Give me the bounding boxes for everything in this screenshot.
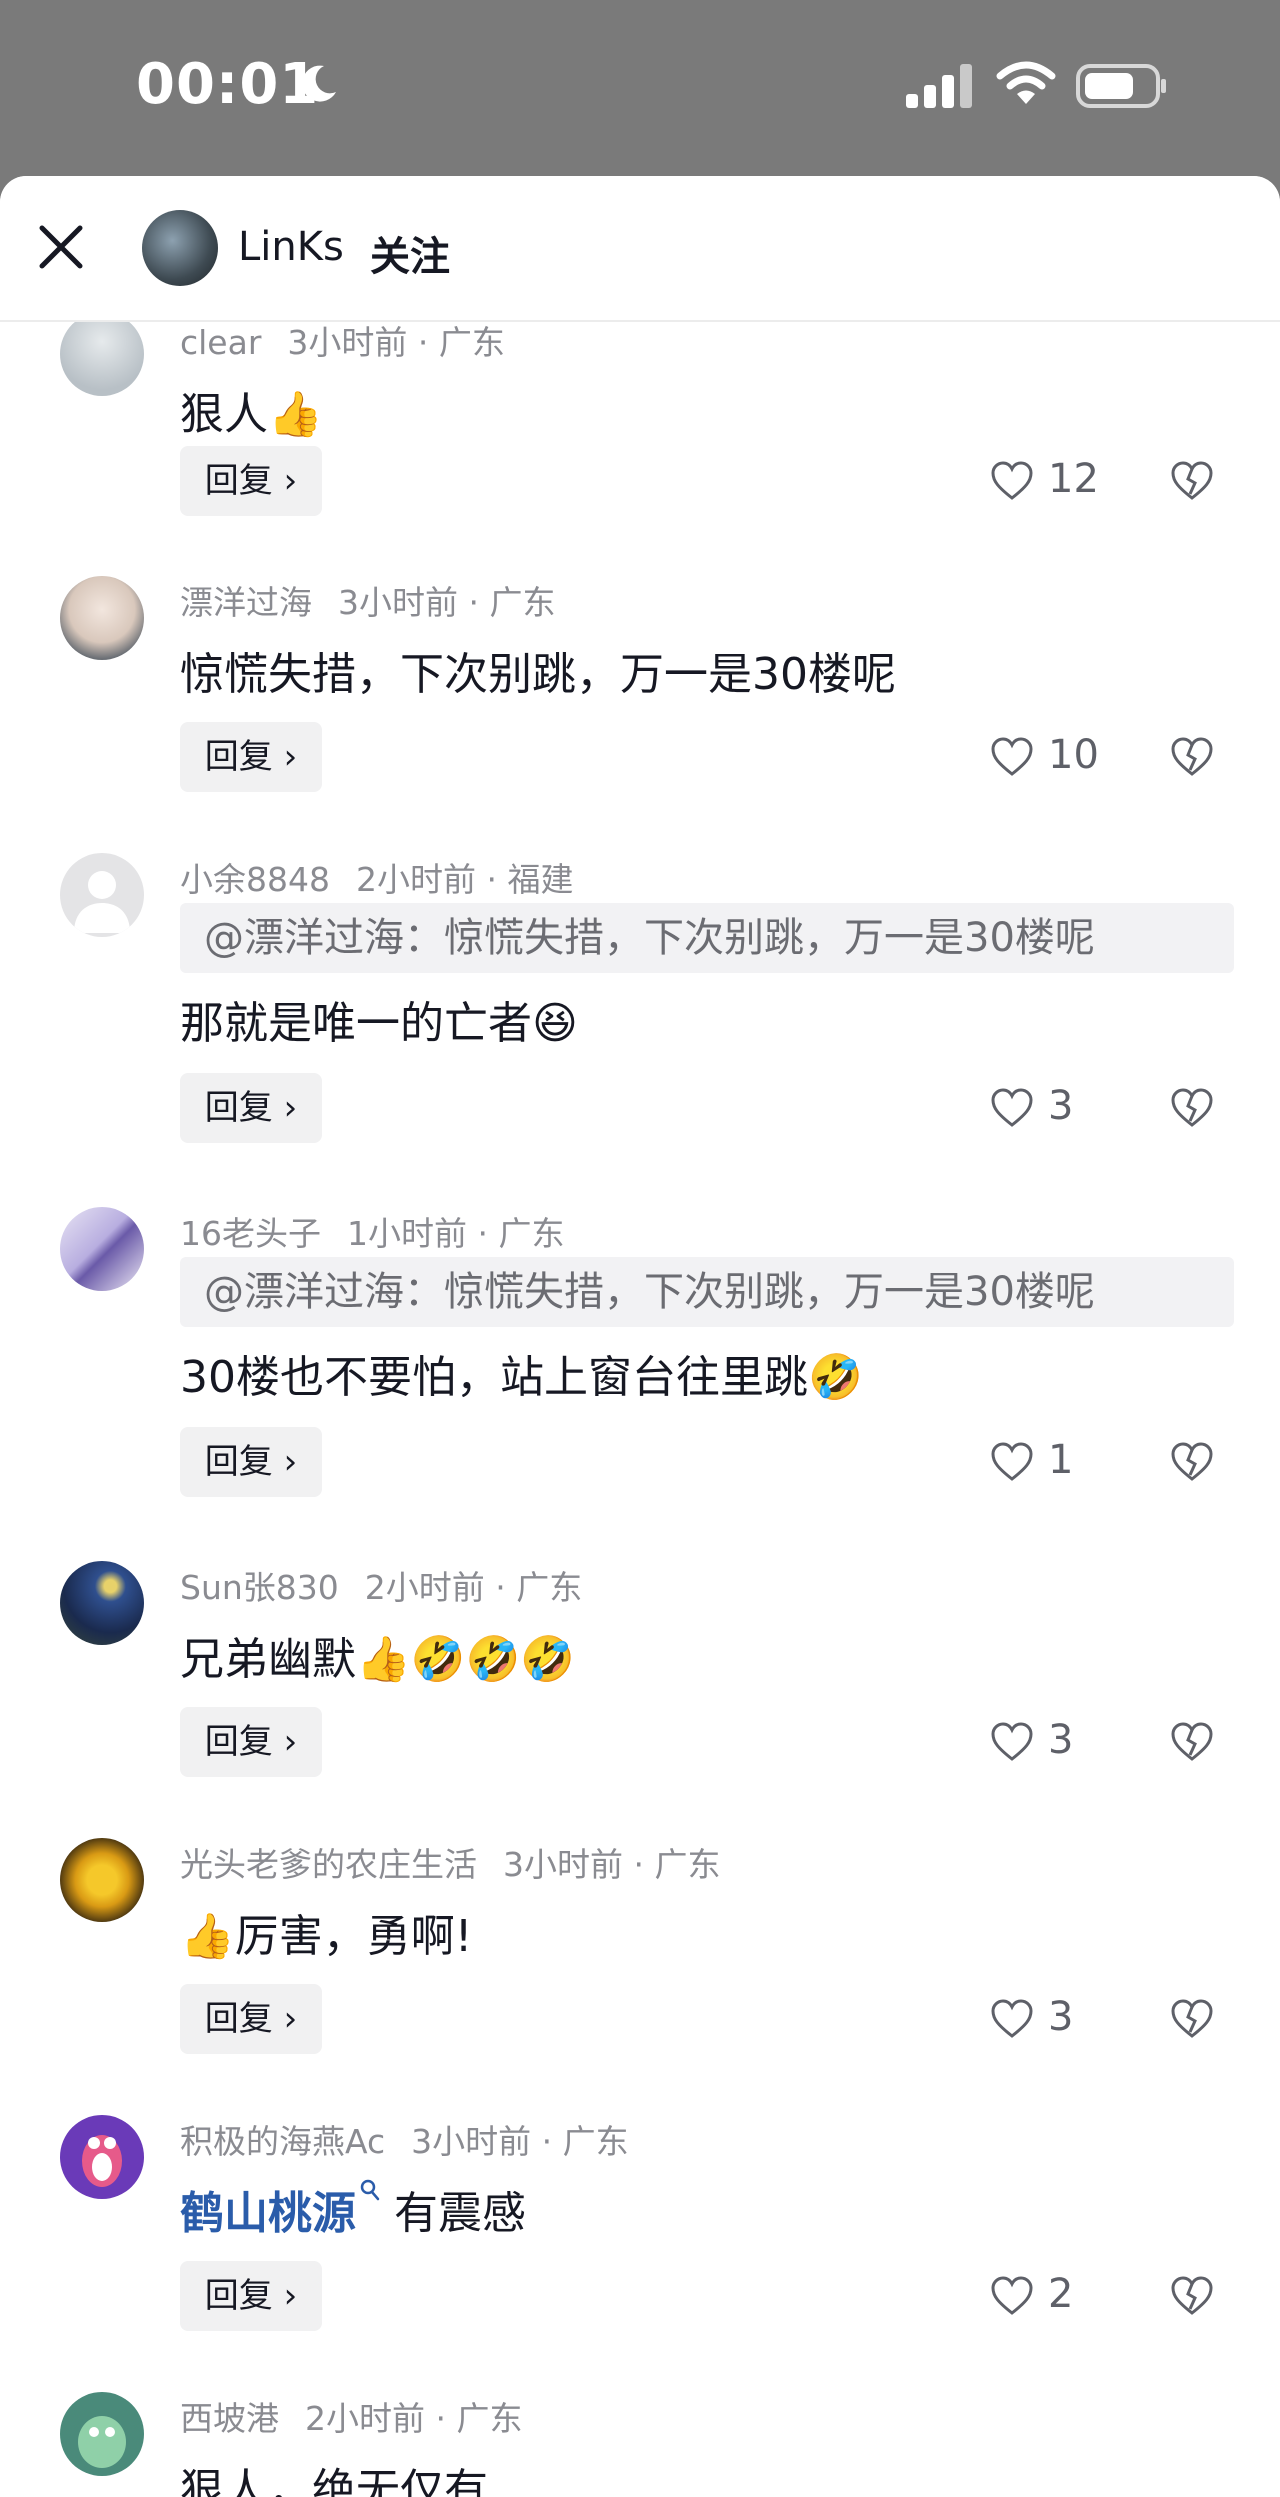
reply-button[interactable]: 回复 › (180, 1427, 322, 1497)
comment-time: 3小时前 (503, 1845, 623, 1884)
wifi-icon (996, 61, 1056, 104)
comment-text: 那就是唯一的亡者😆 (180, 998, 578, 1049)
reply-button[interactable]: 回复 › (180, 2261, 322, 2331)
avatar[interactable] (60, 2392, 144, 2476)
comment-text: 狠人，绝无仅有 (180, 2465, 488, 2497)
comment-username[interactable]: clear (180, 323, 261, 362)
comment-location: 广东 (654, 1845, 721, 1884)
battery-icon (1076, 64, 1166, 108)
comment-time: 3小时前 (411, 2122, 532, 2161)
comment-text: 惊慌失措，下次别跳，万一是30楼呢 (180, 649, 896, 700)
reply-button[interactable]: 回复 › (180, 1073, 322, 1143)
like-count: 3 (1048, 1083, 1074, 1129)
like-count: 3 (1048, 1717, 1074, 1763)
avatar[interactable] (60, 576, 144, 660)
reply-button[interactable]: 回复 › (180, 1707, 322, 1777)
comment-meta: 小余8848 2小时前 · 福建 (180, 860, 574, 899)
like-count: 2 (1048, 2271, 1074, 2317)
broken-heart-icon[interactable] (1170, 2276, 1214, 2316)
comment-time: 2小时前 (364, 1568, 485, 1607)
broken-heart-icon[interactable] (1170, 737, 1214, 777)
comment-time: 2小时前 (355, 860, 476, 899)
broken-heart-icon[interactable] (1170, 1722, 1214, 1762)
broken-heart-icon[interactable] (1170, 1442, 1214, 1482)
broken-heart-icon[interactable] (1170, 1088, 1214, 1128)
heart-icon[interactable] (990, 1722, 1034, 1762)
comments-sheet: LinKs 关注 clear 3小时前 · 广东 狠人👍 回复 › 12 漂洋过海… (0, 176, 1280, 2497)
comment-text-body: 有震感 (394, 2188, 526, 2239)
comment-username[interactable]: 西坡港 (180, 2399, 279, 2438)
comment-text: 30楼也不要怕，站上窗台往里跳🤣 (180, 1352, 863, 1403)
comment-location: 广东 (489, 583, 556, 622)
heart-icon[interactable] (990, 1999, 1034, 2039)
cartoon-avatar-icon (82, 2135, 122, 2187)
comment-username[interactable]: 小余8848 (180, 860, 330, 899)
like-count: 3 (1048, 1994, 1074, 2040)
avatar[interactable] (60, 312, 144, 396)
mention-link[interactable]: 鹤山桃源 (180, 2188, 356, 2239)
quoted-comment[interactable]: @漂洋过海：惊慌失措，下次别跳，万一是30楼呢 (180, 903, 1234, 973)
comment-username[interactable]: 积极的海燕Ac (180, 2122, 385, 2161)
close-icon[interactable] (38, 224, 84, 270)
status-bar: 00:01 (0, 0, 1280, 176)
moon-icon (302, 65, 336, 102)
comment-meta: 光头老爹的农庄生活 3小时前 · 广东 (180, 1845, 721, 1884)
cartoon-avatar-icon (78, 2416, 126, 2468)
comment-location: 广东 (456, 2399, 523, 2438)
like-count: 10 (1048, 732, 1099, 778)
comment-location: 广东 (498, 1214, 565, 1253)
comment-time: 3小时前 (287, 323, 408, 362)
follow-button[interactable]: 关注 (370, 224, 450, 282)
sheet-header: LinKs 关注 (0, 176, 1280, 322)
comment-username[interactable]: 漂洋过海 (180, 583, 312, 622)
author-avatar[interactable] (142, 210, 218, 286)
comment-meta: 漂洋过海 3小时前 · 广东 (180, 583, 556, 622)
comment-username[interactable]: 光头老爹的农庄生活 (180, 1845, 477, 1884)
heart-icon[interactable] (990, 1442, 1034, 1482)
broken-heart-icon[interactable] (1170, 1999, 1214, 2039)
signal-icon (906, 64, 972, 108)
comment-location: 广东 (516, 1568, 583, 1607)
comment-time: 3小时前 (338, 583, 458, 622)
avatar[interactable] (60, 1838, 144, 1922)
like-count: 12 (1048, 456, 1099, 502)
comment-text: 👍厉害，勇啊! (180, 1911, 473, 1962)
default-avatar-icon (74, 871, 130, 933)
avatar[interactable] (60, 1561, 144, 1645)
comment-meta: 积极的海燕Ac 3小时前 · 广东 (180, 2122, 629, 2161)
comment-text: 鹤山桃源 有震感 (180, 2177, 526, 2241)
reply-button[interactable]: 回复 › (180, 722, 322, 792)
comment-location: 广东 (562, 2122, 629, 2161)
heart-icon[interactable] (990, 2276, 1034, 2316)
quoted-comment[interactable]: @漂洋过海：惊慌失措，下次别跳，万一是30楼呢 (180, 1257, 1234, 1327)
comment-meta: 西坡港 2小时前 · 广东 (180, 2399, 523, 2438)
comment-time: 1小时前 (347, 1214, 467, 1253)
heart-icon[interactable] (990, 461, 1034, 501)
comment-meta: Sun张830 2小时前 · 广东 (180, 1568, 583, 1607)
broken-heart-icon[interactable] (1170, 461, 1214, 501)
heart-icon[interactable] (990, 1088, 1034, 1128)
avatar[interactable] (60, 1207, 144, 1291)
author-name[interactable]: LinKs (238, 224, 344, 270)
reply-button[interactable]: 回复 › (180, 446, 322, 516)
like-count: 1 (1048, 1437, 1074, 1483)
comment-meta: 16老头子 1小时前 · 广东 (180, 1214, 565, 1253)
comment-username[interactable]: 16老头子 (180, 1214, 321, 1253)
comment-text: 狠人👍 (180, 389, 323, 440)
comment-text: 兄弟幽默👍🤣🤣🤣 (180, 1634, 576, 1685)
avatar[interactable] (60, 2115, 144, 2199)
comment-meta: clear 3小时前 · 广东 (180, 323, 505, 362)
reply-button[interactable]: 回复 › (180, 1984, 322, 2054)
heart-icon[interactable] (990, 737, 1034, 777)
comment-location: 福建 (507, 860, 574, 899)
search-icon[interactable] (360, 2179, 380, 2201)
comment-time: 2小时前 (305, 2399, 425, 2438)
comment-username[interactable]: Sun张830 (180, 1568, 339, 1607)
avatar[interactable] (60, 853, 144, 937)
comment-location: 广东 (438, 323, 505, 362)
status-time: 00:01 (136, 52, 320, 117)
